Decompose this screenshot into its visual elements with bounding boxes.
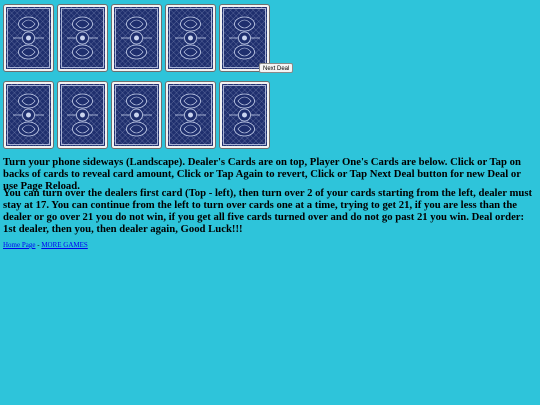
card-back-pattern-icon	[168, 7, 213, 69]
player-card-3[interactable]	[111, 81, 162, 149]
home-page-link[interactable]: Home Page	[3, 241, 35, 249]
rules-text: You can turn over the dealers first card…	[3, 187, 533, 235]
card-back-pattern-icon	[6, 7, 51, 69]
player-card-4[interactable]	[165, 81, 216, 149]
dealer-card-3[interactable]	[111, 4, 162, 72]
card-back-pattern-icon	[60, 7, 105, 69]
player-card-1[interactable]	[3, 81, 54, 149]
card-back-pattern-icon	[114, 7, 159, 69]
dealer-card-1[interactable]	[3, 4, 54, 72]
card-back-pattern-icon	[168, 84, 213, 146]
dealer-card-4[interactable]	[165, 4, 216, 72]
player-hand	[3, 81, 270, 149]
dealer-hand	[3, 4, 270, 72]
card-back-pattern-icon	[60, 84, 105, 146]
player-card-2[interactable]	[57, 81, 108, 149]
more-games-link[interactable]: MORE GAMES	[41, 241, 87, 249]
dealer-card-2[interactable]	[57, 4, 108, 72]
footer-links: Home Page - MORE GAMES	[3, 241, 88, 250]
dealer-card-5[interactable]	[219, 4, 270, 72]
card-back-pattern-icon	[222, 84, 267, 146]
card-back-pattern-icon	[6, 84, 51, 146]
card-back-pattern-icon	[222, 7, 267, 69]
card-back-pattern-icon	[114, 84, 159, 146]
player-card-5[interactable]	[219, 81, 270, 149]
next-deal-button[interactable]: Next Deal	[259, 63, 294, 73]
